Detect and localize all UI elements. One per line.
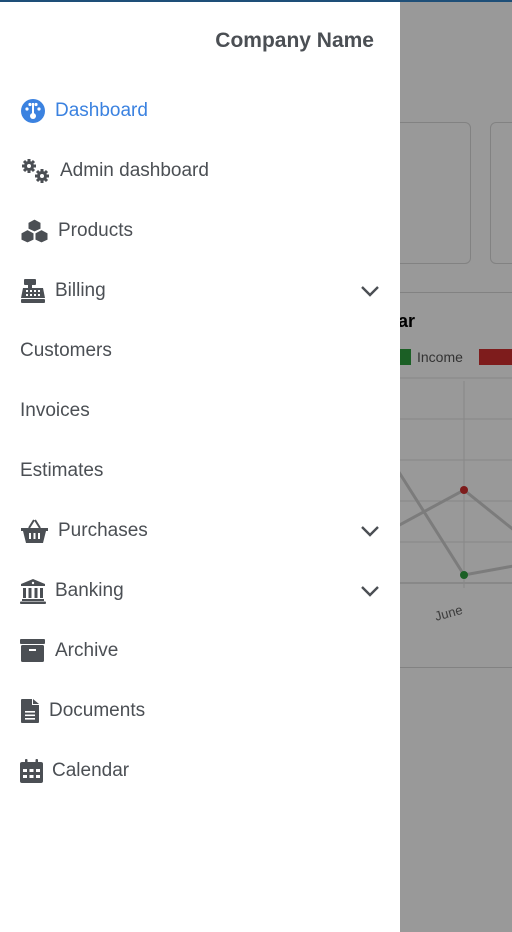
nav-item-calendar[interactable]: Calendar <box>0 741 400 801</box>
chevron-down-icon[interactable] <box>360 282 380 300</box>
nav-item-products[interactable]: Products <box>0 201 400 261</box>
nav-item-estimates[interactable]: Estimates <box>0 441 400 501</box>
nav-item-label: Invoices <box>20 400 90 421</box>
nav-item-label: Archive <box>55 640 119 661</box>
gears-icon <box>20 158 51 184</box>
gauge-icon <box>20 98 46 124</box>
nav-item-label: Estimates <box>20 460 104 481</box>
nav-item-documents[interactable]: Documents <box>0 681 400 741</box>
nav-item-customers[interactable]: Customers <box>0 321 400 381</box>
archive-box-icon <box>20 638 46 664</box>
nav-item-banking[interactable]: Banking <box>0 561 400 621</box>
document-icon <box>20 698 40 724</box>
nav-item-label: Billing <box>55 280 106 301</box>
nav-menu: Dashboard Admin dashboard Products Billi… <box>0 81 400 801</box>
cubes-icon <box>20 218 49 244</box>
nav-item-label: Documents <box>49 700 146 721</box>
nav-item-label: Admin dashboard <box>60 160 209 181</box>
nav-item-label: Banking <box>55 580 124 601</box>
nav-item-label: Customers <box>20 340 112 361</box>
cash-register-icon <box>20 278 46 304</box>
nav-item-label: Calendar <box>52 760 130 781</box>
chevron-down-icon[interactable] <box>360 582 380 600</box>
bank-icon <box>20 578 46 604</box>
nav-item-dashboard[interactable]: Dashboard <box>0 81 400 141</box>
nav-item-billing[interactable]: Billing <box>0 261 400 321</box>
nav-item-label: Dashboard <box>55 100 148 121</box>
top-accent-bar <box>0 0 512 2</box>
chevron-down-icon[interactable] <box>360 522 380 540</box>
basket-icon <box>20 518 49 544</box>
nav-item-label: Products <box>58 220 133 241</box>
nav-item-admin-dashboard[interactable]: Admin dashboard <box>0 141 400 201</box>
nav-item-invoices[interactable]: Invoices <box>0 381 400 441</box>
nav-item-purchases[interactable]: Purchases <box>0 501 400 561</box>
nav-item-label: Purchases <box>58 520 148 541</box>
calendar-icon <box>20 758 43 784</box>
nav-item-archive[interactable]: Archive <box>0 621 400 681</box>
navigation-drawer: Company Name Dashboard Admin dashboard P… <box>0 2 400 932</box>
company-name: Company Name <box>215 29 374 52</box>
